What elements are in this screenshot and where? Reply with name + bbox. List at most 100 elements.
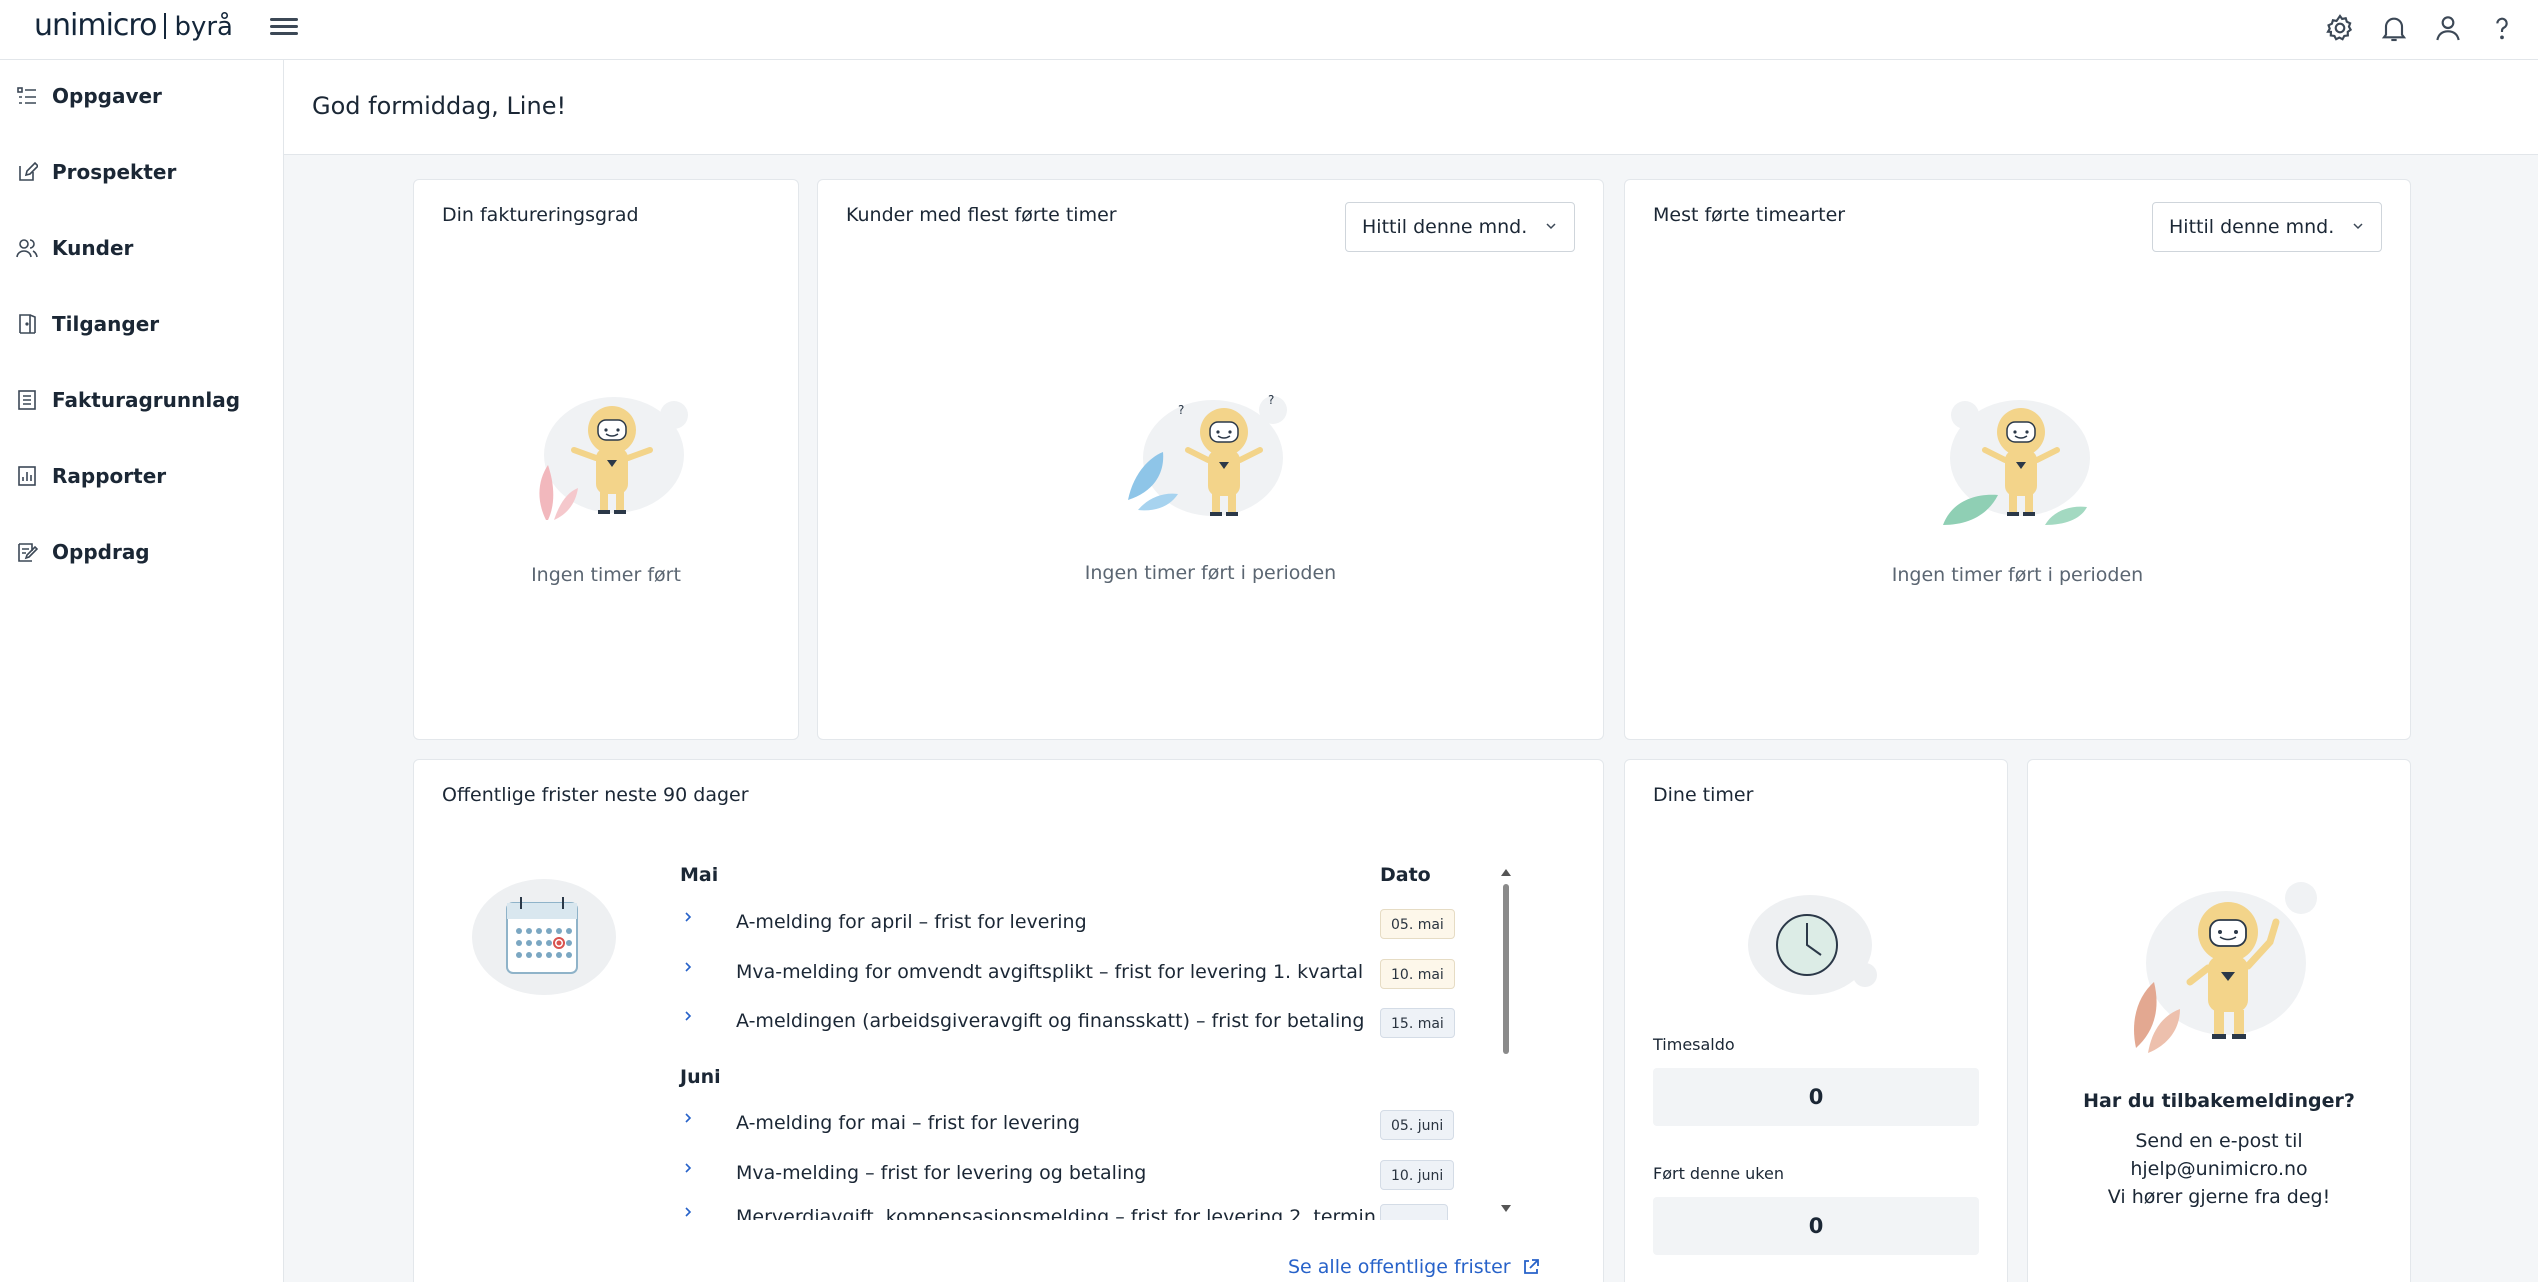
top-icons xyxy=(2324,12,2518,44)
gear-icon[interactable] xyxy=(2324,12,2356,44)
feedback-line: Vi hører gjerne fra deg! xyxy=(2107,1186,2331,1208)
sidebar: Oppgaver Prospekter Kunder Tilganger Fak… xyxy=(0,60,284,1282)
empty-state-text: Ingen timer ført xyxy=(531,564,681,586)
robot-confused-illustration: ? ? xyxy=(1128,393,1287,516)
deadline-row[interactable]: Mva-melding for omvendt avgiftsplikt – f… xyxy=(680,955,1480,991)
sidebar-item-label: Oppgaver xyxy=(52,84,162,108)
see-all-link-text: Se alle offentlige frister xyxy=(1288,1256,1511,1278)
card-title: Dine timer xyxy=(1653,784,1754,806)
deadline-text: Mva-melding – frist for levering og beta… xyxy=(736,1162,1147,1184)
robot-waving-illustration xyxy=(2134,882,2317,1053)
sidebar-item-label: Fakturagrunnlag xyxy=(52,388,241,412)
help-icon[interactable] xyxy=(2486,12,2518,44)
sidebar-item-tilganger[interactable]: Tilganger xyxy=(16,299,266,349)
app-logo[interactable]: unimicro byrå xyxy=(34,8,233,43)
logo-product: byrå xyxy=(174,12,233,42)
deadline-date-badge: 05. mai xyxy=(1380,909,1455,939)
deadline-text: A-meldingen (arbeidsgiveravgift og finan… xyxy=(736,1010,1365,1032)
sidebar-item-kunder[interactable]: Kunder xyxy=(16,223,266,273)
card-title: Kunder med flest førte timer xyxy=(846,204,1117,226)
period-select-value: Hittil denne mnd. xyxy=(2169,216,2335,238)
external-link-icon xyxy=(1523,1259,1539,1274)
chevron-right-icon[interactable] xyxy=(680,1204,696,1220)
chevron-down-icon xyxy=(2353,223,2363,230)
sidebar-item-fakturagrunnlag[interactable]: Fakturagrunnlag xyxy=(16,375,266,425)
scrollbar-track[interactable] xyxy=(1500,866,1512,1216)
report-chart-icon xyxy=(18,466,36,486)
deadline-row[interactable]: Merverdiavgift, kompensasjonsmelding – f… xyxy=(680,1200,1480,1220)
deadline-text: A-melding for mai – frist for levering xyxy=(736,1112,1080,1134)
date-column-header: Dato xyxy=(1380,864,1431,886)
door-icon xyxy=(19,314,36,334)
deadline-row[interactable]: A-melding for april – frist for levering… xyxy=(680,905,1480,941)
feedback-email-link[interactable]: hjelp@unimicro.no xyxy=(2028,1158,2410,1180)
empty-state-text: Ingen timer ført i perioden xyxy=(1891,564,2144,586)
logo-separator xyxy=(164,13,167,39)
deadline-date-badge: 15. mai xyxy=(1380,1008,1455,1038)
sidebar-item-label: Kunder xyxy=(52,236,134,260)
scrollbar[interactable] xyxy=(1500,866,1512,1216)
my-hours-card: Dine timer Timesaldo 0 Ført denne uken 0 xyxy=(1624,759,2008,1282)
top-hour-types-card: Mest førte timearter Hittil denne mnd. I… xyxy=(1624,179,2411,740)
card-title: Din faktureringsgrad xyxy=(442,204,639,226)
chevron-right-icon[interactable] xyxy=(680,1160,696,1176)
page-title: God formiddag, Line! xyxy=(312,92,567,120)
edit-document-icon xyxy=(19,161,38,181)
robot-shrug-illustration xyxy=(1943,400,2090,525)
sidebar-item-rapporter[interactable]: Rapporter xyxy=(16,451,266,501)
sidebar-item-label: Rapporter xyxy=(52,464,167,488)
page-header: God formiddag, Line! xyxy=(284,60,2538,155)
card-title: Mest førte timearter xyxy=(1653,204,1846,226)
empty-state-text: Ingen timer ført i perioden xyxy=(1084,562,1337,584)
period-select[interactable]: Hittil denne mnd. xyxy=(2152,202,2382,252)
public-deadlines-card: Offentlige frister neste 90 dager Mai Da… xyxy=(413,759,1604,1282)
chevron-right-icon[interactable] xyxy=(680,1110,696,1126)
top-customers-card: Kunder med flest førte timer Hittil denn… xyxy=(817,179,1604,740)
feedback-title: Har du tilbakemeldinger? xyxy=(2083,1090,2355,1112)
task-list-icon xyxy=(17,87,36,104)
chevron-down-icon xyxy=(1546,223,1556,230)
feedback-line: Send en e-post til xyxy=(2135,1130,2303,1152)
menu-toggle-icon[interactable] xyxy=(270,14,298,42)
bell-icon[interactable] xyxy=(2378,12,2410,44)
deadline-row[interactable]: A-meldingen (arbeidsgiveravgift og finan… xyxy=(680,1004,1480,1040)
month-heading: Mai xyxy=(680,864,719,886)
deadline-row[interactable]: Mva-melding – frist for levering og beta… xyxy=(680,1156,1480,1192)
sidebar-item-label: Oppdrag xyxy=(52,540,150,564)
svg-text:?: ? xyxy=(1268,393,1274,407)
sidebar-item-oppdrag[interactable]: Oppdrag xyxy=(16,527,266,577)
sidebar-item-prospekter[interactable]: Prospekter xyxy=(16,147,266,197)
billing-rate-card: Din faktureringsgrad Ingen timer ført xyxy=(413,179,799,740)
sidebar-item-label: Prospekter xyxy=(52,160,177,184)
assignment-icon xyxy=(18,543,38,562)
deadline-date-badge xyxy=(1380,1204,1448,1220)
deadline-text: A-melding for april – frist for levering xyxy=(736,911,1087,933)
week-label: Ført denne uken xyxy=(1653,1164,1784,1183)
deadline-text: Merverdiavgift, kompensasjonsmelding – f… xyxy=(736,1206,1376,1220)
deadline-text: Mva-melding for omvendt avgiftsplikt – f… xyxy=(736,961,1364,983)
logo-brand: unimicro xyxy=(34,8,157,43)
deadline-row[interactable]: A-melding for mai – frist for levering 0… xyxy=(680,1106,1480,1142)
invoice-icon xyxy=(18,390,36,410)
month-heading: Juni xyxy=(680,1066,721,1088)
svg-text:?: ? xyxy=(1178,403,1184,417)
user-icon[interactable] xyxy=(2432,12,2464,44)
chevron-right-icon[interactable] xyxy=(680,909,696,925)
deadline-date-badge: 10. juni xyxy=(1380,1160,1455,1190)
period-select[interactable]: Hittil denne mnd. xyxy=(1345,202,1575,252)
chevron-right-icon[interactable] xyxy=(680,1008,696,1024)
deadline-date-badge: 10. mai xyxy=(1380,959,1455,989)
deadline-date-badge: 05. juni xyxy=(1380,1110,1455,1140)
calendar-illustration xyxy=(472,879,616,995)
feedback-card: Har du tilbakemeldinger? Send en e-post … xyxy=(2027,759,2411,1282)
top-bar: unimicro byrå xyxy=(0,0,2538,60)
chevron-right-icon[interactable] xyxy=(680,959,696,975)
period-select-value: Hittil denne mnd. xyxy=(1362,216,1528,238)
deadline-list: Mai Dato A-melding for april – frist for… xyxy=(680,760,1480,1282)
robot-shrug-illustration xyxy=(539,397,688,520)
users-icon xyxy=(16,239,38,258)
see-all-deadlines-link[interactable]: Se alle offentlige frister xyxy=(1288,1256,1541,1278)
sidebar-item-oppgaver[interactable]: Oppgaver xyxy=(16,71,266,121)
sidebar-item-label: Tilganger xyxy=(52,312,160,336)
balance-value: 0 xyxy=(1653,1068,1979,1126)
